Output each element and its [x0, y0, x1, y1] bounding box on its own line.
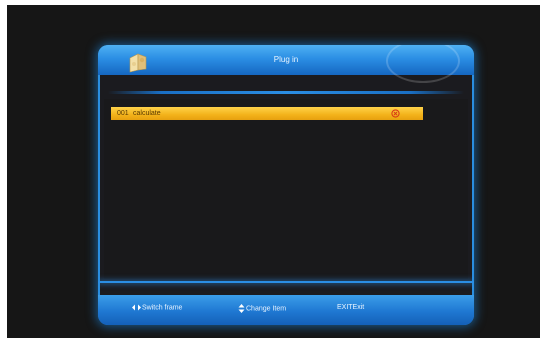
plugin-window: Plug in 001 calculate Switch frame Chang…: [98, 45, 474, 325]
hint-change-item: Change Item: [238, 304, 286, 313]
footer-divider: [98, 281, 474, 283]
item-name: calculate: [133, 110, 161, 117]
window-title: Plug in: [273, 55, 299, 64]
tv-display: Plug in 001 calculate Switch frame Chang…: [7, 5, 540, 338]
up-down-arrows-icon: [238, 304, 245, 313]
hint-label: Switch frame: [142, 304, 183, 312]
left-right-arrows-icon: [132, 304, 141, 311]
plugin-list: 001 calculate: [104, 99, 468, 279]
footer-hint-bar: Switch frame Change Item EXITExit: [98, 295, 474, 325]
hint-label: EXITExit: [337, 304, 365, 311]
title-bar: Plug in: [98, 45, 474, 83]
header-divider: [108, 91, 464, 94]
hint-exit: EXITExit: [337, 304, 364, 311]
item-number: 001: [117, 110, 129, 117]
x-circle-icon: [391, 109, 400, 118]
hint-switch-frame: Switch frame: [132, 304, 182, 311]
list-item[interactable]: 001 calculate: [111, 107, 423, 120]
hint-label: Change Item: [246, 305, 287, 313]
screen: Plug in 001 calculate Switch frame Chang…: [0, 0, 547, 347]
